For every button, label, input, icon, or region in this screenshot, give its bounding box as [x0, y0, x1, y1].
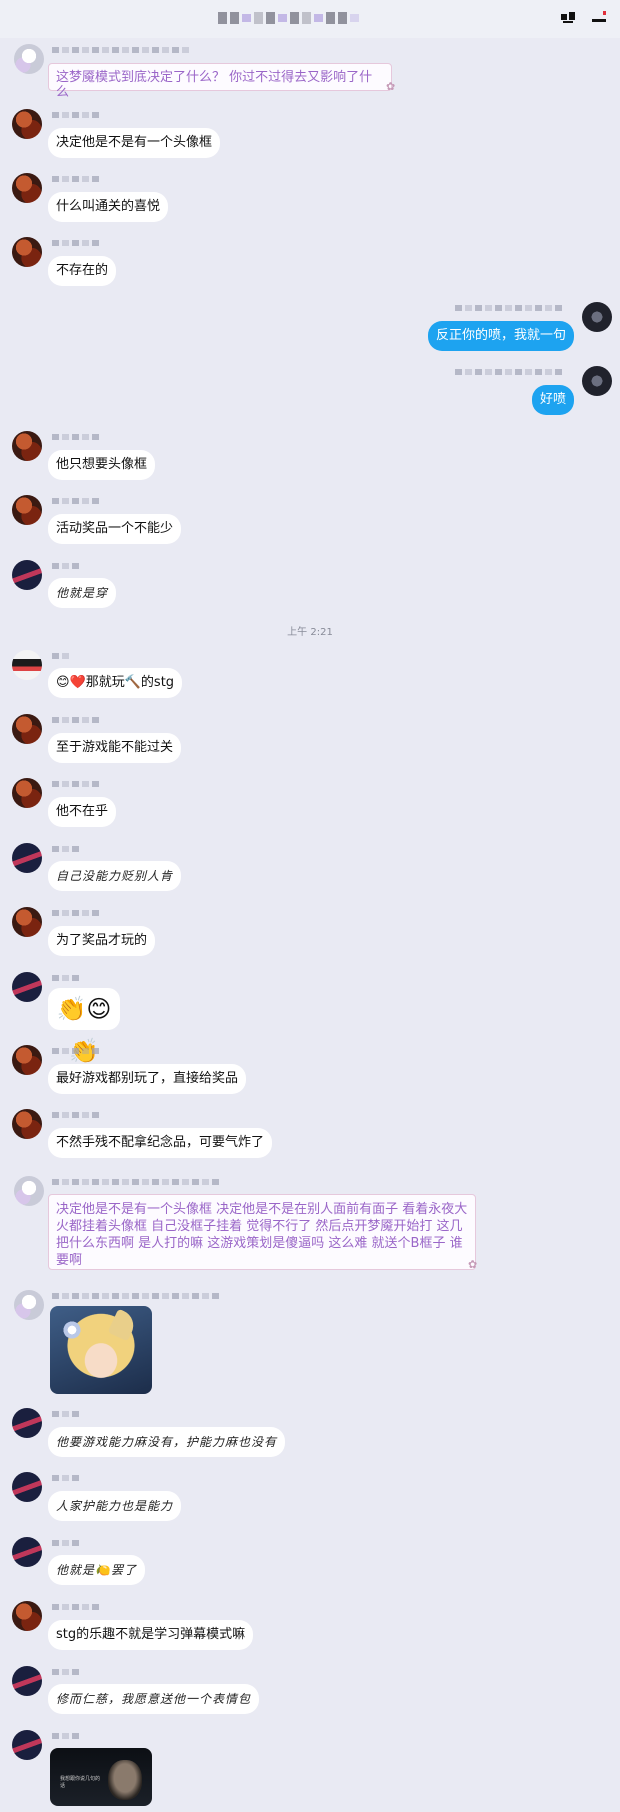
sender-name-blurred: [52, 498, 99, 504]
menu-icon[interactable]: [590, 10, 608, 24]
time-separator: 上午 2:21: [287, 627, 333, 638]
sender-name-blurred: [52, 975, 79, 981]
message-bubble[interactable]: 为了奖品才玩的: [48, 926, 156, 956]
avatar[interactable]: [14, 1176, 44, 1206]
sender-name-blurred: [52, 1540, 79, 1546]
message-bubble[interactable]: 他就是🍋罢了: [48, 1555, 145, 1585]
message-bubble[interactable]: 😊❤️那就玩🔨的stg: [48, 668, 183, 698]
sender-name-blurred: [455, 305, 562, 311]
avatar[interactable]: [12, 495, 42, 525]
message-bubble[interactable]: 反正你的喷，我就一句: [427, 321, 574, 351]
sender-name-blurred: [52, 1048, 99, 1054]
avatar[interactable]: [12, 650, 42, 680]
movie-still-image[interactable]: 我想跟你说几句的话: [50, 1748, 152, 1806]
decoration-rabbit-icon: ✿: [468, 1258, 478, 1271]
message-bubble[interactable]: 自己没能力贬别人肯: [48, 861, 182, 891]
message-bubble[interactable]: 人家护能力也是能力: [48, 1491, 182, 1521]
avatar[interactable]: [12, 560, 42, 590]
avatar[interactable]: [12, 1109, 42, 1139]
clapping-sticker[interactable]: 👏😊👏: [48, 988, 120, 1065]
avatar[interactable]: [582, 366, 612, 396]
avatar[interactable]: [12, 173, 42, 203]
sender-name-blurred: [455, 369, 562, 375]
avatar[interactable]: [12, 714, 42, 744]
sender-name-blurred: [52, 1669, 79, 1675]
message-bubble[interactable]: 至于游戏能不能过关: [48, 733, 182, 763]
avatar[interactable]: [12, 237, 42, 267]
sender-name-blurred: [52, 176, 99, 182]
hair-flower-shape: [62, 1320, 82, 1340]
decoration-rabbit-icon: ✿: [386, 80, 396, 93]
sender-name-blurred: [52, 47, 189, 53]
avatar[interactable]: [12, 1408, 42, 1438]
sender-name-blurred: [52, 910, 99, 916]
sender-name-blurred: [52, 846, 79, 852]
avatar[interactable]: [12, 1537, 42, 1567]
avatar[interactable]: [12, 1730, 42, 1760]
sender-name-blurred: [52, 781, 99, 787]
avatar[interactable]: [14, 44, 44, 74]
sender-name-blurred: [52, 1604, 99, 1610]
sender-name-blurred: [52, 1475, 79, 1481]
avatar[interactable]: [12, 1666, 42, 1696]
sender-name-blurred: [52, 434, 99, 440]
message-bubble[interactable]: 不然手残不配拿纪念品，可要气炸了: [48, 1128, 273, 1158]
avatar[interactable]: [14, 1290, 44, 1320]
message-bubble[interactable]: 决定他是不是有一个头像框 决定他是不是在别人面前有面子 看着永夜大火都挂着头像框…: [48, 1194, 476, 1270]
message-bubble[interactable]: 他只想要头像框: [48, 450, 156, 480]
message-bubble[interactable]: 修而仁慈，我愿意送他一个表情包: [48, 1684, 260, 1714]
avatar[interactable]: [12, 907, 42, 937]
sender-name-blurred: [52, 240, 99, 246]
message-bubble[interactable]: stg的乐趣不就是学习弹幕模式嘛: [48, 1620, 254, 1650]
avatar[interactable]: [12, 1472, 42, 1502]
message-bubble[interactable]: 他不在乎: [48, 797, 117, 827]
sender-name-blurred: [52, 563, 79, 569]
chat-title-blurred: [218, 10, 378, 26]
avatar[interactable]: [582, 302, 612, 332]
message-bubble[interactable]: 他要游戏能力麻没有，护能力麻也没有: [48, 1427, 286, 1457]
avatar[interactable]: [12, 1045, 42, 1075]
message-bubble[interactable]: 好喷: [531, 385, 574, 415]
sender-name-blurred: [52, 1179, 219, 1185]
fox-ear-shape: [107, 1308, 139, 1342]
sender-name-blurred: [52, 717, 99, 723]
avatar[interactable]: [12, 431, 42, 461]
sender-name-blurred: [52, 1733, 79, 1739]
movie-caption: 我想跟你说几句的话: [60, 1776, 101, 1789]
message-bubble[interactable]: 什么叫通关的喜悦: [48, 192, 169, 222]
man-face-shape: [108, 1760, 142, 1800]
avatar[interactable]: [12, 778, 42, 808]
sender-name-blurred: [52, 112, 99, 118]
message-bubble[interactable]: 这梦魇模式到底决定了什么？ 你过不过得去又影响了什么: [48, 63, 392, 100]
message-bubble[interactable]: 不存在的: [48, 256, 117, 286]
group-members-icon[interactable]: [560, 10, 578, 24]
message-bubble[interactable]: 他就是穿: [48, 578, 117, 608]
sender-name-blurred: [52, 653, 69, 659]
message-bubble[interactable]: 最好游戏都别玩了，直接给奖品: [48, 1064, 247, 1094]
avatar[interactable]: [12, 843, 42, 873]
avatar[interactable]: [12, 109, 42, 139]
avatar[interactable]: [12, 972, 42, 1002]
chat-header: [0, 0, 620, 38]
message-bubble[interactable]: 决定他是不是有一个头像框: [48, 128, 221, 158]
anime-girl-image[interactable]: [50, 1306, 152, 1394]
sender-name-blurred: [52, 1293, 219, 1299]
avatar[interactable]: [12, 1601, 42, 1631]
sender-name-blurred: [52, 1112, 99, 1118]
sender-name-blurred: [52, 1411, 79, 1417]
message-bubble[interactable]: 活动奖品一个不能少: [48, 514, 182, 544]
